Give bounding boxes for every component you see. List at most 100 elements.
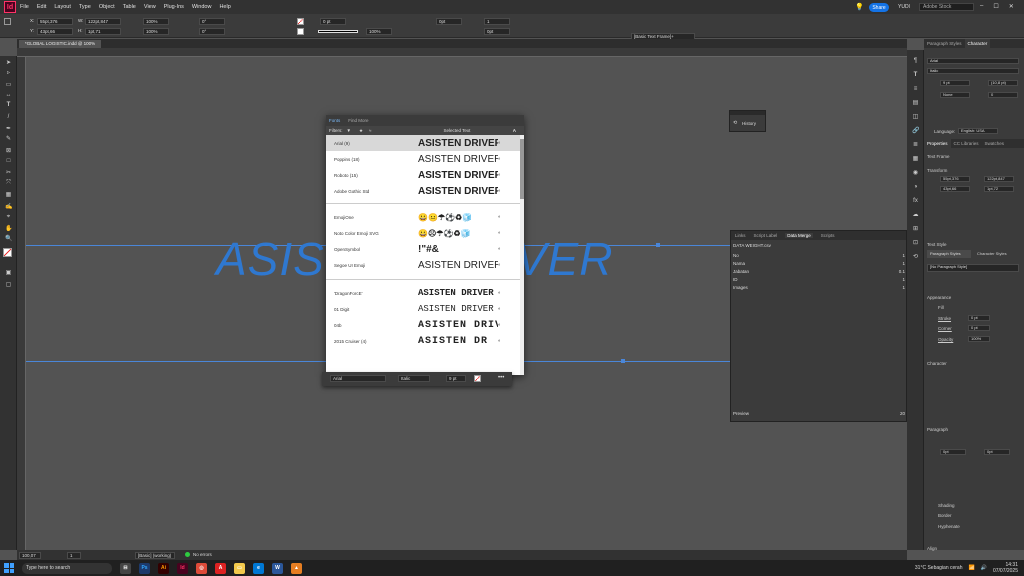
opacity-field[interactable]: 100% xyxy=(366,28,392,35)
fill-label[interactable]: Fill xyxy=(938,305,944,310)
language-select[interactable]: English: USA xyxy=(958,128,998,134)
tab-properties[interactable]: Properties xyxy=(924,139,951,148)
shading-label[interactable]: Shading xyxy=(938,503,955,508)
character-icon[interactable]: T xyxy=(912,72,919,79)
swatches-icon[interactable]: ▦ xyxy=(912,156,919,163)
font-row[interactable]: 01 Digit ASISTEN DRIVER ◐ xyxy=(326,301,520,317)
pages-icon[interactable]: ▤ xyxy=(912,100,919,107)
height-field[interactable]: 1pt,71 xyxy=(85,28,121,35)
more-options-icon[interactable]: ••• xyxy=(498,375,504,381)
tab-links[interactable]: Links xyxy=(735,233,746,238)
stroke-weight-field[interactable]: 0 pt xyxy=(320,18,346,25)
horizontal-ruler[interactable] xyxy=(17,48,907,57)
vlc-icon[interactable]: ▲ xyxy=(291,562,302,574)
tab-character[interactable]: Character xyxy=(964,39,991,48)
list-item[interactable]: Nama 1 xyxy=(733,261,905,266)
paragraph-icon[interactable]: ≡ xyxy=(912,86,919,93)
list-item[interactable]: No 1 xyxy=(733,253,905,258)
text-size-icon[interactable]: A xyxy=(513,128,516,133)
gradient-tool-icon[interactable]: ▦ xyxy=(5,192,12,199)
stock-search-input[interactable]: Adobe Stock xyxy=(919,3,974,11)
list-item[interactable]: Jabatan 0.1 xyxy=(733,269,905,274)
clock[interactable]: 14:31 07/07/2025 xyxy=(993,562,1018,574)
rectangle-frame-tool-icon[interactable]: ⊠ xyxy=(5,148,12,155)
font-row[interactable]: 'DragonForcE' ASISTEN DRIVER ◐ xyxy=(326,285,520,301)
corner-field[interactable]: 0 pt xyxy=(968,325,990,331)
tracking-field[interactable]: 0 xyxy=(988,92,1018,98)
menu-type[interactable]: Type xyxy=(79,4,91,10)
font-row[interactable]: Segoe UI Emoji ASISTEN DRIVER ◐ xyxy=(326,257,520,273)
tab-swatches[interactable]: Swatches xyxy=(982,139,1008,148)
tab-scripts[interactable]: Scripts xyxy=(821,233,835,238)
paragraph-style-select[interactable]: [No Paragraph Style] xyxy=(927,264,1019,272)
tab-script-label[interactable]: Script Label xyxy=(754,233,778,238)
x-field[interactable]: 55pt,376 xyxy=(37,18,73,25)
menu-layout[interactable]: Layout xyxy=(54,4,71,10)
preflight-profile[interactable]: [Basic] (working) xyxy=(135,552,175,559)
history-panel-icon[interactable]: ⟲ xyxy=(912,254,919,261)
frame-handle[interactable] xyxy=(621,359,625,363)
illustrator-icon[interactable]: Ai xyxy=(158,562,169,574)
font-row[interactable]: Arial (9) ASISTEN DRIVER ◐ xyxy=(326,135,520,151)
transform-y-field[interactable]: 43pt,66 xyxy=(940,186,970,192)
history-title[interactable]: History xyxy=(742,121,756,126)
pen-tool-icon[interactable]: ✒ xyxy=(5,126,12,133)
free-transform-tool-icon[interactable]: ⤧ xyxy=(5,180,12,187)
page-field[interactable]: 1 xyxy=(67,552,81,559)
record-number[interactable]: 20 xyxy=(900,411,905,416)
menu-edit[interactable]: Edit xyxy=(37,4,46,10)
close-icon[interactable]: ✕ xyxy=(1009,3,1014,10)
menu-window[interactable]: Window xyxy=(192,4,212,10)
apply-color-icon[interactable]: ▣ xyxy=(5,270,12,277)
char-style-field[interactable]: Italic xyxy=(927,68,1019,74)
tab-fonts[interactable]: Fonts xyxy=(329,118,340,123)
font-row[interactable]: OpenSymbol !"#& ◐ xyxy=(326,241,520,257)
taskbar-search[interactable]: Type here to search xyxy=(22,562,112,574)
stroke-icon[interactable]: ≣ xyxy=(912,142,919,149)
links-icon[interactable]: 🔗 xyxy=(912,128,919,135)
columns-field[interactable]: 1 xyxy=(484,18,510,25)
vertical-ruler[interactable] xyxy=(17,57,26,550)
user-name[interactable]: YUDI xyxy=(898,4,910,10)
tab-cc-libraries[interactable]: CC Libraries xyxy=(951,139,982,148)
transform-x-field[interactable]: 55pt,376 xyxy=(940,176,970,182)
border-label[interactable]: Border xyxy=(938,513,952,518)
direct-selection-tool-icon[interactable]: ▹ xyxy=(5,70,12,77)
gap-tool-icon[interactable]: ↔ xyxy=(5,92,12,99)
screen-mode-icon[interactable]: ▢ xyxy=(5,282,12,289)
page-tool-icon[interactable]: ▭ xyxy=(5,82,12,89)
wifi-icon[interactable]: 📶 xyxy=(969,565,975,571)
paragraph-styles-icon[interactable]: ¶ xyxy=(912,58,919,65)
font-row[interactable]: 2015 Cruiser (4) ASISTEN DR ◐ xyxy=(326,333,520,349)
photoshop-icon[interactable]: Ps xyxy=(139,562,150,574)
shear-field[interactable]: 0° xyxy=(199,28,225,35)
edge-icon[interactable]: e xyxy=(253,562,264,574)
type-tool-icon[interactable]: T xyxy=(5,102,12,109)
font-size-field[interactable]: 9 pt xyxy=(446,375,466,382)
font-row[interactable]: 04bASISTEN DRIVER◐ xyxy=(326,317,520,333)
stroke-swatch-icon[interactable] xyxy=(297,28,304,35)
menu-view[interactable]: View xyxy=(144,4,156,10)
character-styles-button[interactable]: Character Styles xyxy=(974,250,1020,258)
transform-w-field[interactable]: 122pt,847 xyxy=(984,176,1014,182)
volume-icon[interactable]: 🔊 xyxy=(981,565,987,571)
task-view-icon[interactable]: ⊟ xyxy=(120,562,131,574)
stroke-weight-field[interactable]: 0 pt xyxy=(968,315,990,321)
chrome-icon[interactable]: ◎ xyxy=(196,562,207,574)
paragraph-styles-button[interactable]: Paragraph Styles xyxy=(927,250,971,258)
scissors-tool-icon[interactable]: ✂ xyxy=(5,170,12,177)
scale-y-field[interactable]: 100% xyxy=(143,28,169,35)
scripts-icon[interactable]: ⊡ xyxy=(912,240,919,247)
char-size-field[interactable]: 9 pt xyxy=(940,80,970,86)
list-item[interactable]: Images 1 xyxy=(733,285,905,290)
opacity-label[interactable]: Opacity xyxy=(938,337,953,342)
font-family-field[interactable]: Arial xyxy=(330,375,386,382)
zoom-tool-icon[interactable]: 🔍 xyxy=(5,236,12,243)
share-button[interactable]: Share xyxy=(869,3,889,12)
text-fill-icon[interactable] xyxy=(474,375,481,382)
menu-plugins[interactable]: Plug-Ins xyxy=(164,4,184,10)
scrollbar-thumb[interactable] xyxy=(520,139,524,199)
gap-b-field[interactable]: 0pt xyxy=(484,28,510,35)
lightbulb-icon[interactable]: 💡 xyxy=(855,3,864,11)
hyphenate-checkbox[interactable]: Hyphenate xyxy=(938,524,960,529)
